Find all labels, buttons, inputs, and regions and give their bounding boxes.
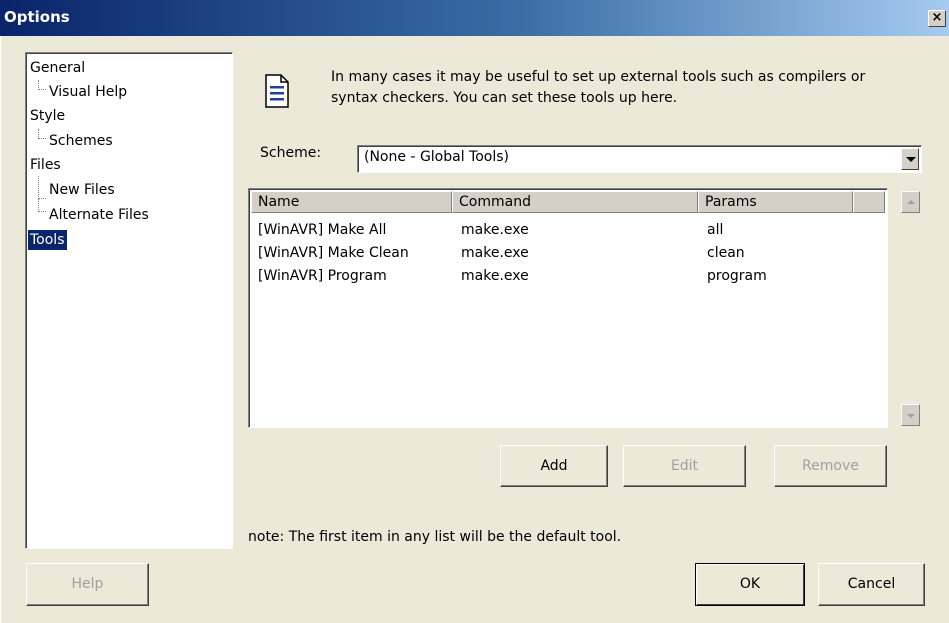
column-header-command[interactable]: Command [452, 191, 698, 213]
cancel-button[interactable]: Cancel [818, 563, 925, 606]
info-description: In many cases it may be useful to set up… [331, 69, 866, 106]
close-icon: × [931, 10, 943, 25]
cell-params: clean [707, 245, 745, 261]
tree-item-style[interactable]: Style [28, 106, 67, 126]
tools-list[interactable]: Name Command Params [WinAVR] Make All ma… [248, 188, 888, 428]
scheme-value: (None - Global Tools) [364, 149, 509, 165]
table-row[interactable]: [WinAVR] Make All make.exe all [251, 219, 885, 242]
scheme-label: Scheme: [260, 145, 322, 161]
cell-name: [WinAVR] Make All [258, 222, 387, 238]
cell-command: make.exe [461, 245, 529, 261]
move-up-button[interactable] [901, 191, 920, 213]
scheme-select[interactable]: (None - Global Tools) [357, 145, 922, 173]
edit-button[interactable]: Edit [623, 445, 746, 487]
table-row[interactable]: [WinAVR] Make Clean make.exe clean [251, 242, 885, 265]
document-icon [265, 74, 289, 108]
add-button[interactable]: Add [500, 445, 608, 487]
tree-connector [38, 199, 46, 212]
tools-list-header: Name Command Params [251, 191, 885, 213]
tree-item-tools[interactable]: Tools [28, 230, 67, 250]
window-title: Options [4, 8, 70, 26]
ok-button[interactable]: OK [695, 563, 805, 606]
tree-item-files[interactable]: Files [28, 155, 63, 175]
cell-command: make.exe [461, 268, 529, 284]
column-header-name[interactable]: Name [251, 191, 452, 213]
move-down-button[interactable] [901, 404, 920, 426]
chevron-down-icon [907, 414, 915, 418]
tree-connector [38, 176, 46, 199]
tree-connector [38, 129, 46, 139]
chevron-down-icon[interactable] [901, 148, 919, 170]
tree-connector [38, 80, 46, 90]
cell-params: program [707, 268, 767, 284]
chevron-up-icon [907, 200, 915, 204]
options-tree[interactable]: General Visual Help Style Schemes Files … [25, 52, 233, 549]
default-tool-note: note: The first item in any list will be… [248, 529, 622, 545]
help-button[interactable]: Help [26, 563, 149, 606]
cell-name: [WinAVR] Program [258, 268, 387, 284]
tree-item-alternate-files[interactable]: Alternate Files [47, 205, 151, 225]
tree-item-general[interactable]: General [28, 58, 87, 78]
tree-item-new-files[interactable]: New Files [47, 180, 117, 200]
table-row[interactable]: [WinAVR] Program make.exe program [251, 265, 885, 288]
tree-item-schemes[interactable]: Schemes [47, 131, 115, 151]
column-header-params[interactable]: Params [698, 191, 853, 213]
cell-command: make.exe [461, 222, 529, 238]
cell-name: [WinAVR] Make Clean [258, 245, 409, 261]
close-button[interactable]: × [928, 10, 946, 27]
tree-item-visual-help[interactable]: Visual Help [47, 82, 129, 102]
title-bar[interactable]: Options × [0, 0, 949, 36]
column-header-filler [853, 191, 885, 213]
remove-button[interactable]: Remove [774, 445, 887, 487]
cell-params: all [707, 222, 724, 238]
